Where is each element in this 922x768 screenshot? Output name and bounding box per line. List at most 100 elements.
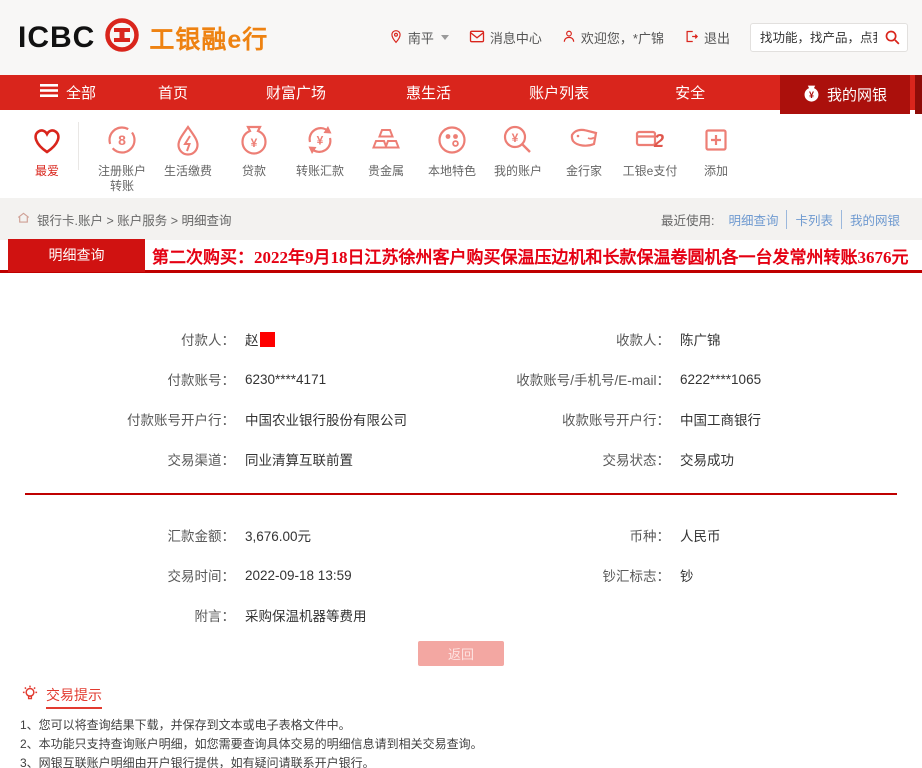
tips-header: 交易提示 bbox=[20, 684, 922, 709]
chevron-down-icon bbox=[440, 35, 449, 40]
recent-link-card-list[interactable]: 卡列表 bbox=[786, 209, 841, 229]
section-divider bbox=[25, 493, 897, 495]
detail-row-amount-currency: 汇款金额： 3,676.00元 币种： 人民币 bbox=[0, 515, 922, 555]
main-nav: 全部 首页 财富广场 惠生活 账户列表 安全 设置 ¥ 我的网银 bbox=[0, 75, 922, 114]
money-bag-icon: ¥ bbox=[803, 84, 820, 106]
nav-item-all[interactable]: 全部 bbox=[40, 82, 96, 103]
quicklink-label: 添加 bbox=[703, 164, 728, 178]
header-utilities: 南平 消息中心 欢迎您，*广锦 退出 bbox=[389, 23, 908, 52]
nav-item-life[interactable]: 惠生活 bbox=[406, 82, 451, 103]
logout-icon bbox=[684, 29, 699, 47]
my-ebank-label: 我的网银 bbox=[826, 87, 887, 104]
payer-name-value: 赵 bbox=[245, 329, 275, 349]
location-label: 南平 bbox=[407, 31, 434, 46]
breadcrumb[interactable]: 银行卡.账户 > 账户服务 > 明细查询 bbox=[16, 210, 231, 229]
envelope-icon bbox=[469, 30, 485, 46]
amount-value: 3,676.00元 bbox=[245, 529, 312, 544]
logout-button[interactable]: 退出 bbox=[684, 28, 730, 47]
nav-label: 安全 bbox=[675, 85, 706, 102]
recent-link-detail-query[interactable]: 明细查询 bbox=[720, 210, 786, 229]
time-value: 2022-09-18 13:59 bbox=[245, 567, 352, 583]
nav-label: 全部 bbox=[66, 85, 97, 102]
add-plus-icon bbox=[698, 120, 734, 160]
water-drop-icon bbox=[170, 120, 206, 160]
magnifier-yuan-icon: ¥ bbox=[500, 120, 536, 160]
svg-text:¥: ¥ bbox=[251, 136, 258, 150]
cash-flag-value: 钞 bbox=[680, 569, 694, 584]
quicklink-label: 最爱 bbox=[34, 164, 59, 178]
lightbulb-icon bbox=[20, 684, 40, 709]
field-label: 交易状态： bbox=[602, 453, 671, 468]
nav-item-home[interactable]: 首页 bbox=[158, 82, 188, 103]
top-header: ICBC 工银融e行 南平 消息中心 欢迎您，*广锦 退出 找功能，找产品，点我… bbox=[0, 0, 922, 75]
redaction-block bbox=[259, 331, 275, 347]
tips-title: 交易提示 bbox=[46, 685, 102, 709]
card-epay-icon: 2 bbox=[632, 120, 668, 160]
field-label: 付款账号开户行： bbox=[127, 413, 235, 428]
quicklink-loan[interactable]: ¥ 贷款 bbox=[221, 120, 287, 179]
transfer-arrows-icon: ¥ bbox=[302, 120, 338, 160]
quicklink-my-account[interactable]: ¥ 我的账户 bbox=[485, 120, 551, 179]
quicklink-gold-expert[interactable]: 金行家 bbox=[551, 120, 617, 179]
field-label: 币种： bbox=[629, 529, 671, 544]
status-value: 交易成功 bbox=[680, 453, 734, 468]
svg-text:¥: ¥ bbox=[317, 134, 324, 148]
payer-account-value: 6230****4171 bbox=[245, 371, 327, 387]
field-label: 付款人： bbox=[181, 333, 235, 348]
register-transfer-icon: 8 bbox=[104, 120, 140, 160]
brand: ICBC 工银融e行 bbox=[18, 17, 268, 58]
field-label: 收款人： bbox=[616, 333, 670, 348]
quicklink-add[interactable]: 添加 bbox=[683, 120, 749, 179]
logout-label: 退出 bbox=[703, 31, 730, 46]
tips-list: 1、您可以将查询结果下载，并保存到文本或电子表格文件中。 2、本功能只支持查询账… bbox=[20, 716, 922, 768]
field-label: 收款账号/手机号/E-mail： bbox=[516, 373, 670, 388]
tip-item: 1、您可以将查询结果下载，并保存到文本或电子表格文件中。 bbox=[20, 718, 351, 732]
quicklink-favorites[interactable]: 最爱 bbox=[20, 120, 74, 179]
divider bbox=[78, 122, 79, 170]
breadcrumb-path: 银行卡.账户 > 账户服务 > 明细查询 bbox=[37, 213, 232, 228]
svg-text:8: 8 bbox=[118, 132, 126, 148]
detail-row-banks: 付款账号开户行： 中国农业银行股份有限公司 收款账号开户行： 中国工商银行 bbox=[0, 399, 922, 439]
currency-value: 人民币 bbox=[680, 529, 721, 544]
nav-item-my-ebank[interactable]: ¥ 我的网银 bbox=[780, 75, 910, 114]
quicklink-transfer-remit[interactable]: ¥ 转账汇款 bbox=[287, 120, 353, 179]
field-label: 附言： bbox=[194, 609, 236, 624]
field-label: 交易时间： bbox=[167, 569, 236, 584]
tip-item: 3、网银互联账户明细由开户银行提供，如有疑问请联系开户银行。 bbox=[20, 756, 375, 768]
recent-link-my-ebank[interactable]: 我的网银 bbox=[840, 209, 908, 229]
location-pin-icon bbox=[389, 29, 403, 47]
welcome-user[interactable]: 欢迎您，*广锦 bbox=[562, 28, 664, 47]
quicklink-label: 本地特色 bbox=[427, 164, 476, 178]
banner-row: 明细查询 第二次购买：2022年9月18日江苏徐州客户购买保温压边机和长款保温卷… bbox=[0, 238, 922, 273]
quicklink-label: 注册账户 转账 bbox=[97, 164, 146, 193]
quicklink-local-features[interactable]: 本地特色 bbox=[419, 120, 485, 179]
heart-icon bbox=[29, 120, 65, 160]
quicklink-register-transfer[interactable]: 8 注册账户 转账 bbox=[89, 120, 155, 194]
detail-row-channel-status: 交易渠道： 同业清算互联前置 交易状态： 交易成功 bbox=[0, 439, 922, 479]
breadcrumb-row: 银行卡.账户 > 账户服务 > 明细查询 最近使用: 明细查询 卡列表 我的网银 bbox=[0, 198, 922, 240]
nav-label: 财富广场 bbox=[266, 85, 327, 102]
payer-bank-value: 中国农业银行股份有限公司 bbox=[245, 413, 407, 428]
nav-item-security[interactable]: 安全 bbox=[675, 82, 705, 103]
quicklink-icbc-epay[interactable]: 2 工银e支付 bbox=[617, 120, 683, 179]
nav-item-account-list[interactable]: 账户列表 bbox=[529, 82, 589, 103]
brand-name: 工银融e行 bbox=[149, 25, 269, 54]
search-icon[interactable] bbox=[884, 29, 901, 49]
message-center-link[interactable]: 消息中心 bbox=[469, 28, 542, 47]
nav-item-wealth-plaza[interactable]: 财富广场 bbox=[266, 82, 326, 103]
detail-row-time-flag: 交易时间： 2022-09-18 13:59 钞汇标志： 钞 bbox=[0, 555, 922, 595]
gold-bars-icon bbox=[368, 120, 404, 160]
quicklink-label: 贵金属 bbox=[367, 164, 404, 178]
quicklink-life-payment[interactable]: 生活缴费 bbox=[155, 120, 221, 179]
tab-detail-query[interactable]: 明细查询 bbox=[8, 238, 145, 272]
back-button[interactable]: 返回 bbox=[418, 641, 504, 666]
field-label: 交易渠道： bbox=[167, 453, 236, 468]
icbc-logo-text: ICBC bbox=[18, 20, 96, 54]
nav-label: 账户列表 bbox=[529, 85, 590, 102]
location-selector[interactable]: 南平 bbox=[389, 28, 449, 47]
svg-text:¥: ¥ bbox=[512, 131, 519, 145]
payee-account-value: 6222****1065 bbox=[680, 371, 762, 387]
payee-bank-value: 中国工商银行 bbox=[680, 413, 761, 428]
quicklink-precious-metals[interactable]: 贵金属 bbox=[353, 120, 419, 179]
quick-links-bar: 最爱 8 注册账户 转账 生活缴费 ¥ 贷款 ¥ 转账汇款 贵金属 本地特色 ¥… bbox=[0, 110, 922, 198]
